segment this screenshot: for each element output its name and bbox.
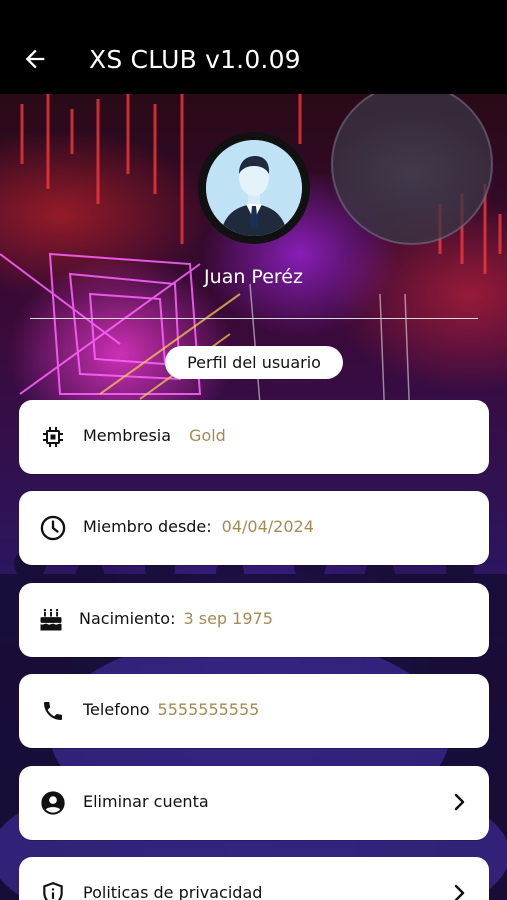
section-title: Perfil del usuario [165, 346, 343, 379]
member-since-card: Miembro desde: 04/04/2024 [19, 491, 489, 565]
phone-label: Telefono [83, 700, 150, 719]
account-circle-icon [39, 789, 67, 817]
birth-label: Nacimiento: [79, 609, 176, 628]
cake-icon [37, 606, 65, 634]
phone-value: 5555555555 [157, 700, 260, 719]
membership-value: Gold [189, 426, 226, 445]
delete-account-label: Eliminar cuenta [83, 792, 209, 811]
delete-account-button[interactable]: Eliminar cuenta [19, 766, 489, 840]
clock-icon [39, 514, 67, 542]
phone-icon [39, 697, 67, 725]
arrow-back-icon [25, 49, 45, 69]
back-button[interactable] [20, 44, 50, 74]
membership-label: Membresia [83, 426, 172, 445]
member-since-value: 04/04/2024 [221, 517, 314, 536]
app-title: XS CLUB v1.0.09 [89, 45, 301, 74]
user-name: Juan Peréz [204, 266, 303, 288]
profile-avatar [198, 132, 310, 244]
chip-icon [39, 423, 67, 451]
privacy-policy-button[interactable]: Politicas de privacidad [19, 857, 489, 900]
birth-value: 3 sep 1975 [183, 609, 273, 628]
privacy-shield-icon [39, 880, 67, 900]
divider [30, 318, 478, 319]
membership-card: Membresia Gold [19, 400, 489, 474]
app-bar: XS CLUB v1.0.09 [0, 0, 507, 94]
privacy-policy-label: Politicas de privacidad [83, 883, 263, 900]
chevron-right-icon [454, 793, 465, 811]
birth-card: Nacimiento: 3 sep 1975 [19, 583, 489, 657]
user-avatar-icon [206, 140, 302, 236]
chevron-right-icon [454, 884, 465, 900]
member-since-label: Miembro desde: [83, 517, 212, 536]
phone-card: Telefono 5555555555 [19, 674, 489, 748]
